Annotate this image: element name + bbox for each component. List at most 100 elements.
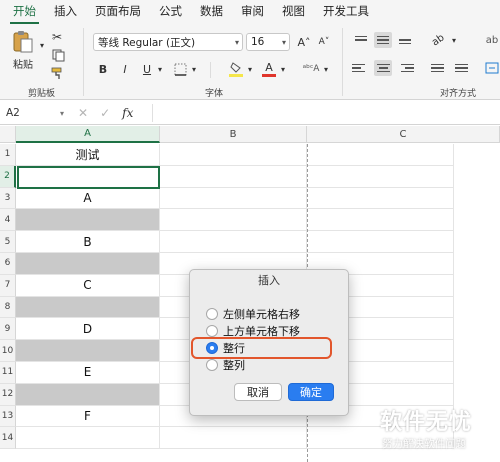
cell-b[interactable] (160, 427, 307, 450)
cell-b[interactable] (160, 187, 307, 210)
align-right-icon[interactable] (396, 60, 414, 76)
tab-review[interactable]: 审阅 (232, 3, 273, 24)
chevron-down-icon[interactable]: ▾ (279, 64, 287, 74)
tab-data[interactable]: 数据 (191, 3, 232, 24)
cell-b[interactable] (160, 165, 307, 188)
row-header[interactable]: 6 (0, 253, 16, 275)
select-all-corner[interactable] (0, 126, 16, 143)
cell-c[interactable] (307, 209, 454, 232)
cell-a[interactable] (16, 296, 160, 319)
underline-button[interactable]: U (140, 61, 154, 77)
grow-font-button[interactable]: A˄ (296, 34, 312, 50)
cut-icon[interactable]: ✂ (50, 30, 64, 44)
format-painter-icon[interactable] (50, 66, 64, 80)
col-header-d[interactable] (454, 126, 500, 143)
cell-a[interactable]: E (16, 362, 160, 384)
row-header[interactable]: 13 (0, 405, 16, 428)
cell-b[interactable] (160, 209, 307, 232)
cell-a[interactable] (16, 209, 160, 232)
row-header[interactable]: 11 (0, 362, 16, 384)
bold-button[interactable]: B (96, 61, 110, 77)
cell-a[interactable]: B (16, 231, 160, 253)
cell-b[interactable] (160, 231, 307, 253)
cell-c[interactable] (307, 187, 454, 210)
tab-developer[interactable]: 开发工具 (314, 3, 378, 24)
row-header[interactable]: 5 (0, 231, 16, 253)
cell-a[interactable]: F (16, 405, 160, 428)
row-header[interactable]: 7 (0, 274, 16, 297)
shrink-font-button[interactable]: A˅ (316, 34, 332, 50)
insert-function-icon[interactable]: fx (122, 106, 133, 120)
font-name-select[interactable]: 等线 Regular (正文) ▾ (93, 33, 243, 51)
merge-cells-icon[interactable] (484, 60, 500, 76)
radio-shift-down[interactable]: 上方单元格下移 (206, 323, 300, 338)
chevron-down-icon[interactable]: ▾ (450, 35, 458, 45)
wrap-text-icon[interactable]: ab (484, 32, 500, 48)
radio-button[interactable] (206, 307, 218, 320)
tab-formulas[interactable]: 公式 (150, 3, 191, 24)
cancel-button[interactable]: 取消 (234, 383, 282, 401)
cell-a[interactable]: D (16, 318, 160, 341)
row-header[interactable]: 2 (0, 165, 16, 188)
cell-a[interactable] (16, 253, 160, 275)
radio-shift-right[interactable]: 左侧单元格右移 (206, 306, 300, 321)
cell-a[interactable] (16, 340, 160, 362)
check-icon[interactable]: ✓ (100, 106, 110, 120)
row-header[interactable]: 8 (0, 296, 16, 319)
cell-c[interactable] (307, 144, 454, 166)
radio-button[interactable] (206, 324, 218, 337)
row-header[interactable]: 14 (0, 427, 16, 450)
tab-view[interactable]: 视图 (273, 3, 314, 24)
cell-b[interactable] (160, 144, 307, 166)
radio-entire-column[interactable]: 整列 (206, 357, 245, 372)
align-bottom-icon[interactable] (396, 32, 414, 48)
cell-c[interactable] (307, 231, 454, 253)
row-header[interactable]: 10 (0, 340, 16, 362)
name-box[interactable]: A2 ▾ (2, 104, 68, 122)
align-top-icon[interactable] (352, 32, 370, 48)
chevron-down-icon[interactable]: ▾ (156, 64, 164, 74)
radio-button[interactable] (206, 358, 218, 371)
italic-button[interactable]: I (118, 61, 132, 77)
borders-icon[interactable] (172, 61, 188, 77)
cell-a[interactable]: C (16, 274, 160, 297)
chevron-down-icon[interactable]: ▾ (322, 64, 330, 74)
chevron-down-icon[interactable]: ▾ (246, 64, 254, 74)
row-header[interactable]: 1 (0, 144, 16, 166)
tab-insert[interactable]: 插入 (45, 3, 86, 24)
paste-dropdown-icon[interactable]: ▾ (38, 40, 46, 50)
copy-icon[interactable] (50, 48, 68, 62)
tab-page-layout[interactable]: 页面布局 (86, 3, 150, 24)
formula-input[interactable] (152, 104, 500, 122)
align-left-icon[interactable] (352, 60, 370, 76)
radio-button-selected[interactable] (206, 341, 218, 354)
decrease-indent-icon[interactable] (428, 60, 446, 76)
paste-button[interactable]: 粘贴 (6, 28, 40, 72)
cell-a[interactable] (16, 165, 160, 188)
font-color-icon[interactable]: A (261, 59, 277, 79)
col-header-b[interactable]: B (160, 126, 307, 143)
clipboard-group-label: 剪贴板 (28, 89, 56, 99)
col-header-a[interactable]: A (16, 126, 160, 143)
row-header[interactable]: 3 (0, 187, 16, 210)
close-icon[interactable]: ✕ (78, 106, 88, 120)
cell-a[interactable] (16, 427, 160, 450)
phonetic-icon[interactable]: ᵃᵇᶜA (300, 60, 322, 78)
fill-color-icon[interactable] (228, 59, 244, 79)
cell-a[interactable]: A (16, 187, 160, 210)
radio-entire-row[interactable]: 整行 (206, 340, 245, 355)
font-size-select[interactable]: 16 ▾ (246, 33, 290, 51)
align-middle-icon[interactable] (374, 32, 392, 48)
ok-button[interactable]: 确定 (288, 383, 334, 401)
tab-home[interactable]: 开始 (4, 3, 45, 24)
increase-indent-icon[interactable] (452, 60, 470, 76)
align-center-icon[interactable] (374, 60, 392, 76)
chevron-down-icon[interactable]: ▾ (190, 64, 198, 74)
row-header[interactable]: 9 (0, 318, 16, 341)
cell-a[interactable] (16, 383, 160, 406)
row-header[interactable]: 4 (0, 209, 16, 232)
orientation-icon[interactable]: ab (427, 29, 449, 51)
cell-c[interactable] (307, 165, 454, 188)
row-header[interactable]: 12 (0, 383, 16, 406)
cell-a[interactable]: 测试 (16, 144, 160, 166)
